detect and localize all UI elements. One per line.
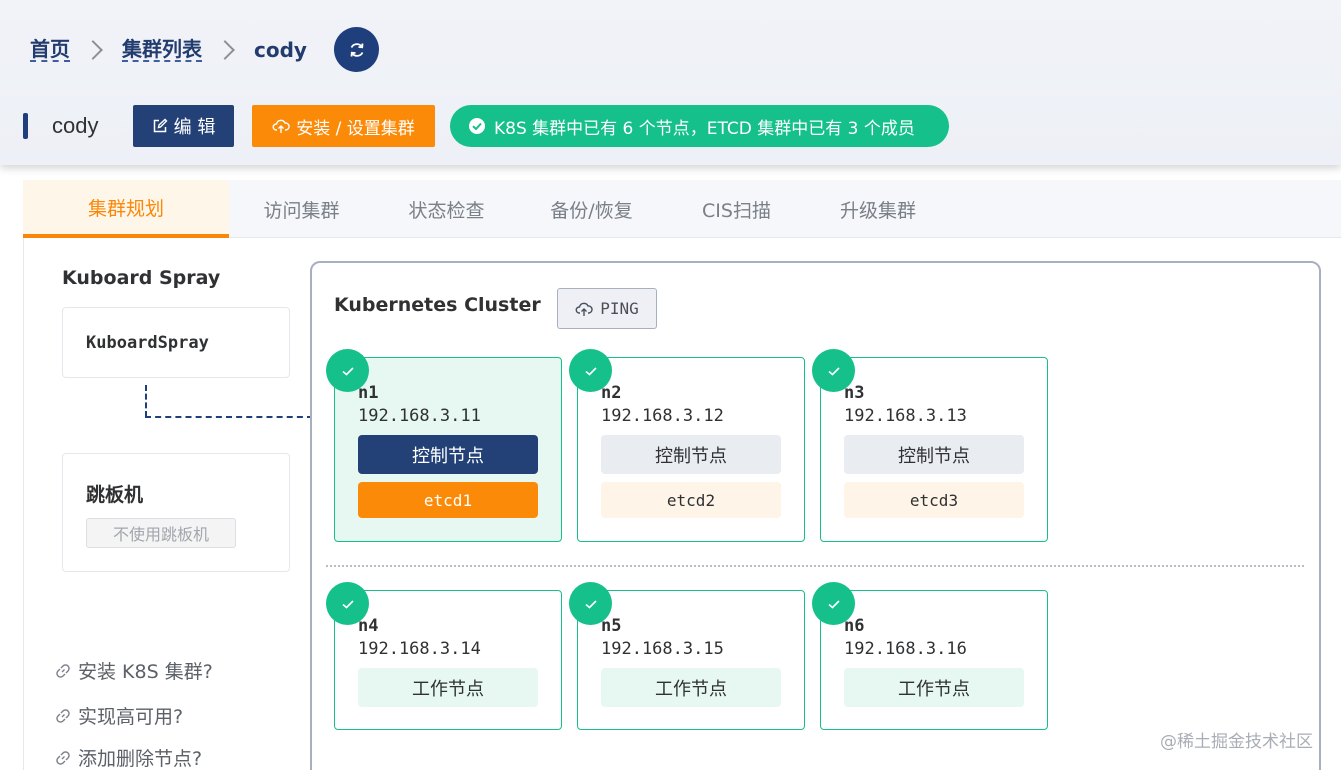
etcd-tag: etcd1 — [358, 482, 538, 518]
cluster-title: Kubernetes Cluster — [334, 294, 541, 316]
help-link-ha[interactable]: 实现高可用? — [55, 702, 183, 729]
node-card-n6[interactable]: n6 192.168.3.16 工作节点 — [820, 590, 1048, 730]
tab-bar: 集群规划 访问集群 状态检查 备份/恢复 CIS扫描 升级集群 — [23, 180, 1341, 238]
jump-host-status-tag: 不使用跳板机 — [86, 518, 236, 548]
link-icon — [56, 708, 70, 723]
check-icon — [326, 349, 369, 392]
check-icon — [569, 349, 612, 392]
cloud-upload-icon — [272, 119, 290, 133]
check-icon — [812, 349, 855, 392]
node-ip: 192.168.3.11 — [358, 406, 481, 426]
refresh-button[interactable] — [334, 27, 379, 72]
breadcrumb-clusters[interactable]: 集群列表 — [122, 38, 202, 62]
watermark: @稀土掘金技术社区 — [1160, 732, 1313, 752]
node-ip: 192.168.3.12 — [601, 406, 724, 426]
page-title: cody — [52, 113, 99, 138]
edit-button-label: 编 辑 — [173, 117, 216, 138]
tab-cis-scan[interactable]: CIS扫描 — [664, 180, 809, 238]
check-icon — [569, 582, 612, 625]
worker-role-tag: 工作节点 — [844, 668, 1024, 707]
install-button-label: 安装 / 设置集群 — [296, 118, 415, 139]
node-card-n5[interactable]: n5 192.168.3.15 工作节点 — [577, 590, 805, 730]
link-icon — [56, 663, 70, 678]
connector-line — [145, 416, 313, 418]
help-link-install[interactable]: 安装 K8S 集群? — [55, 657, 213, 684]
control-role-tag: 控制节点 — [601, 435, 781, 474]
etcd-tag: etcd3 — [844, 482, 1024, 518]
node-ip: 192.168.3.15 — [601, 639, 724, 659]
edit-icon — [153, 118, 168, 133]
check-icon — [326, 582, 369, 625]
help-link-label: 添加删除节点? — [78, 748, 203, 770]
node-ip: 192.168.3.13 — [844, 406, 967, 426]
tab-cluster-plan[interactable]: 集群规划 — [23, 180, 229, 238]
edit-button[interactable]: 编 辑 — [133, 105, 234, 147]
control-role-tag: 控制节点 — [358, 435, 538, 474]
worker-role-tag: 工作节点 — [601, 668, 781, 707]
node-card-n4[interactable]: n4 192.168.3.14 工作节点 — [334, 590, 562, 730]
node-group-divider — [326, 565, 1304, 567]
refresh-icon — [350, 42, 363, 57]
chevron-right-icon — [215, 40, 235, 60]
help-link-label: 实现高可用? — [78, 706, 184, 728]
etcd-tag: etcd2 — [601, 482, 781, 518]
cloud-upload-icon — [575, 302, 593, 316]
ping-button[interactable]: PING — [557, 288, 657, 329]
tab-access-cluster[interactable]: 访问集群 — [229, 180, 374, 238]
title-accent-bar — [23, 113, 28, 139]
link-icon — [56, 750, 70, 765]
connector-line — [145, 385, 147, 417]
node-ip: 192.168.3.14 — [358, 639, 481, 659]
kuboard-spray-title: Kuboard Spray — [62, 267, 221, 289]
install-cluster-button[interactable]: 安装 / 设置集群 — [252, 105, 435, 147]
jump-host-card[interactable]: 跳板机 不使用跳板机 — [62, 453, 290, 572]
ping-button-label: PING — [600, 299, 639, 318]
page-header: 首页 集群列表 cody cody 编 辑 安装 / 设置集群 K8S 集群中已… — [0, 0, 1341, 165]
control-role-tag: 控制节点 — [844, 435, 1024, 474]
jump-host-title: 跳板机 — [86, 484, 144, 506]
node-card-n2[interactable]: n2 192.168.3.12 控制节点 etcd2 — [577, 357, 805, 542]
node-ip: 192.168.3.16 — [844, 639, 967, 659]
chevron-right-icon — [83, 40, 103, 60]
node-card-n1[interactable]: n1 192.168.3.11 控制节点 etcd1 — [334, 357, 562, 542]
help-link-label: 安装 K8S 集群? — [78, 661, 213, 683]
breadcrumb: 首页 集群列表 cody — [30, 30, 307, 70]
check-circle-icon — [469, 118, 485, 134]
kuboard-spray-card: KuboardSpray — [62, 307, 290, 378]
help-link-nodes[interactable]: 添加删除节点? — [55, 744, 202, 770]
tab-status-check[interactable]: 状态检查 — [374, 180, 519, 238]
node-card-n3[interactable]: n3 192.168.3.13 控制节点 etcd3 — [820, 357, 1048, 542]
breadcrumb-current: cody — [254, 38, 307, 62]
tab-backup-restore[interactable]: 备份/恢复 — [519, 180, 664, 238]
breadcrumb-home[interactable]: 首页 — [30, 38, 70, 62]
cluster-status-text: K8S 集群中已有 6 个节点，ETCD 集群中已有 3 个成员 — [494, 118, 915, 139]
cluster-status-badge: K8S 集群中已有 6 个节点，ETCD 集群中已有 3 个成员 — [450, 105, 949, 147]
worker-role-tag: 工作节点 — [358, 668, 538, 707]
page-title-row: cody — [23, 104, 98, 148]
tab-upgrade-cluster[interactable]: 升级集群 — [809, 180, 947, 238]
check-icon — [812, 582, 855, 625]
